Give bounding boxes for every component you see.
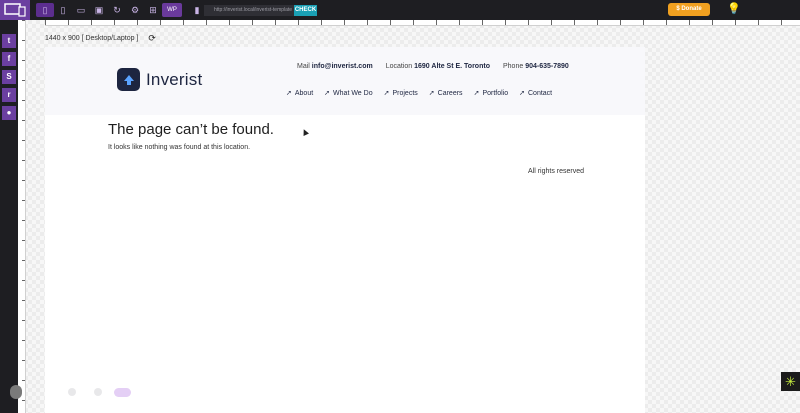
wp-button[interactable]: WP bbox=[162, 3, 182, 17]
viewport-size-label: 1440 x 900 [ Desktop/Laptop ] bbox=[45, 35, 139, 42]
page-title: The page can’t be found. bbox=[108, 121, 274, 138]
nav-item-about[interactable]: ➚ About bbox=[286, 89, 314, 98]
arrow-icon: ➚ bbox=[383, 90, 390, 97]
viewport-info: 1440 x 900 [ Desktop/Laptop ] ⟳ bbox=[45, 33, 156, 44]
phone-label: Phone bbox=[502, 63, 524, 70]
brand-name: Inverist bbox=[146, 69, 203, 89]
location-value: 1690 Alte St E. Toronto bbox=[414, 63, 490, 70]
arrow-up-icon bbox=[117, 68, 140, 91]
layout-icon[interactable]: ⊞ bbox=[144, 3, 162, 17]
nav-label: Projects bbox=[392, 89, 418, 97]
reddit-icon[interactable]: r bbox=[2, 88, 16, 102]
location-info: Location 1690 Alte St E. Toronto bbox=[386, 63, 490, 70]
arrow-icon: ➚ bbox=[519, 90, 525, 97]
horizontal-ruler bbox=[45, 20, 800, 26]
social-sidebar: t f S r ● bbox=[0, 20, 18, 413]
nav-item-contact[interactable]: ➚ Contact bbox=[519, 89, 553, 98]
lightbulb-icon[interactable]: 💡 bbox=[727, 2, 741, 18]
nav-label: Portfolio bbox=[482, 89, 509, 97]
error-content: The page can’t be found. It looks like n… bbox=[108, 121, 274, 151]
ghost-toggle[interactable] bbox=[114, 388, 131, 397]
responsive-devices-icon[interactable] bbox=[0, 0, 30, 20]
scroll-handle[interactable] bbox=[10, 385, 22, 399]
vertical-ruler bbox=[18, 20, 26, 413]
nav-item-portfolio[interactable]: ➚ Portfolio bbox=[473, 89, 509, 98]
nav-item-projects[interactable]: ➚ Projects bbox=[383, 89, 418, 98]
user-icon[interactable]: ● bbox=[2, 106, 16, 120]
rotate-view-icon[interactable]: ↻ bbox=[108, 3, 126, 17]
ghost-control[interactable] bbox=[94, 388, 102, 396]
phone-info: Phone 904-635-7890 bbox=[503, 63, 569, 70]
mobile-view-icon[interactable]: ▯ bbox=[36, 3, 54, 17]
arrow-icon: ➚ bbox=[324, 90, 331, 97]
settings-icon[interactable]: ⚙ bbox=[126, 3, 144, 17]
tablet-view-icon[interactable]: ▯ bbox=[54, 3, 72, 17]
arrow-icon: ➚ bbox=[428, 90, 435, 97]
arrow-icon: ➚ bbox=[286, 90, 292, 97]
site-header: Inverist Mail info@inverist.com Location… bbox=[45, 47, 645, 115]
url-input[interactable]: http://inverist.local/inverist-template bbox=[204, 5, 294, 16]
twitter-icon[interactable]: t bbox=[2, 34, 16, 48]
tv-view-icon[interactable]: ▣ bbox=[90, 3, 108, 17]
nav-label: Careers bbox=[437, 89, 463, 97]
desktop-view-icon[interactable]: ▭ bbox=[72, 3, 90, 17]
nav-label: What We Do bbox=[333, 89, 373, 97]
arrow-icon: ➚ bbox=[473, 90, 480, 97]
footer-copyright: All rights reserved bbox=[528, 168, 585, 175]
error-message: It looks like nothing was found at this … bbox=[108, 144, 251, 151]
ghost-control[interactable] bbox=[68, 388, 76, 396]
asterisk-icon[interactable]: ✳ bbox=[781, 372, 800, 391]
contact-info: Mail info@inverist.com Location 1690 Alt… bbox=[297, 63, 569, 70]
donate-button[interactable]: $ Donate bbox=[668, 3, 710, 16]
check-button[interactable]: CHECK bbox=[294, 5, 317, 16]
refresh-icon[interactable]: ⟳ bbox=[148, 33, 156, 44]
page-preview: Inverist Mail info@inverist.com Location… bbox=[45, 47, 645, 413]
facebook-icon[interactable]: f bbox=[2, 52, 16, 66]
skype-icon[interactable]: S bbox=[2, 70, 16, 84]
site-logo[interactable]: Inverist bbox=[117, 68, 202, 91]
phone-value[interactable]: 904-635-7890 bbox=[525, 63, 569, 70]
mail-value[interactable]: info@inverist.com bbox=[312, 63, 373, 70]
main-nav: ➚ About ➚ What We Do ➚ Projects ➚ Careers ➚ P… bbox=[286, 89, 553, 98]
nav-label: About bbox=[294, 89, 314, 97]
nav-label: Contact bbox=[528, 89, 553, 97]
nav-item-careers[interactable]: ➚ Careers bbox=[428, 89, 463, 98]
mail-label: Mail bbox=[297, 63, 310, 70]
location-label: Location bbox=[385, 63, 413, 70]
mail-info: Mail info@inverist.com bbox=[297, 63, 373, 70]
nav-item-what-we-do[interactable]: ➚ What We Do bbox=[324, 89, 373, 98]
